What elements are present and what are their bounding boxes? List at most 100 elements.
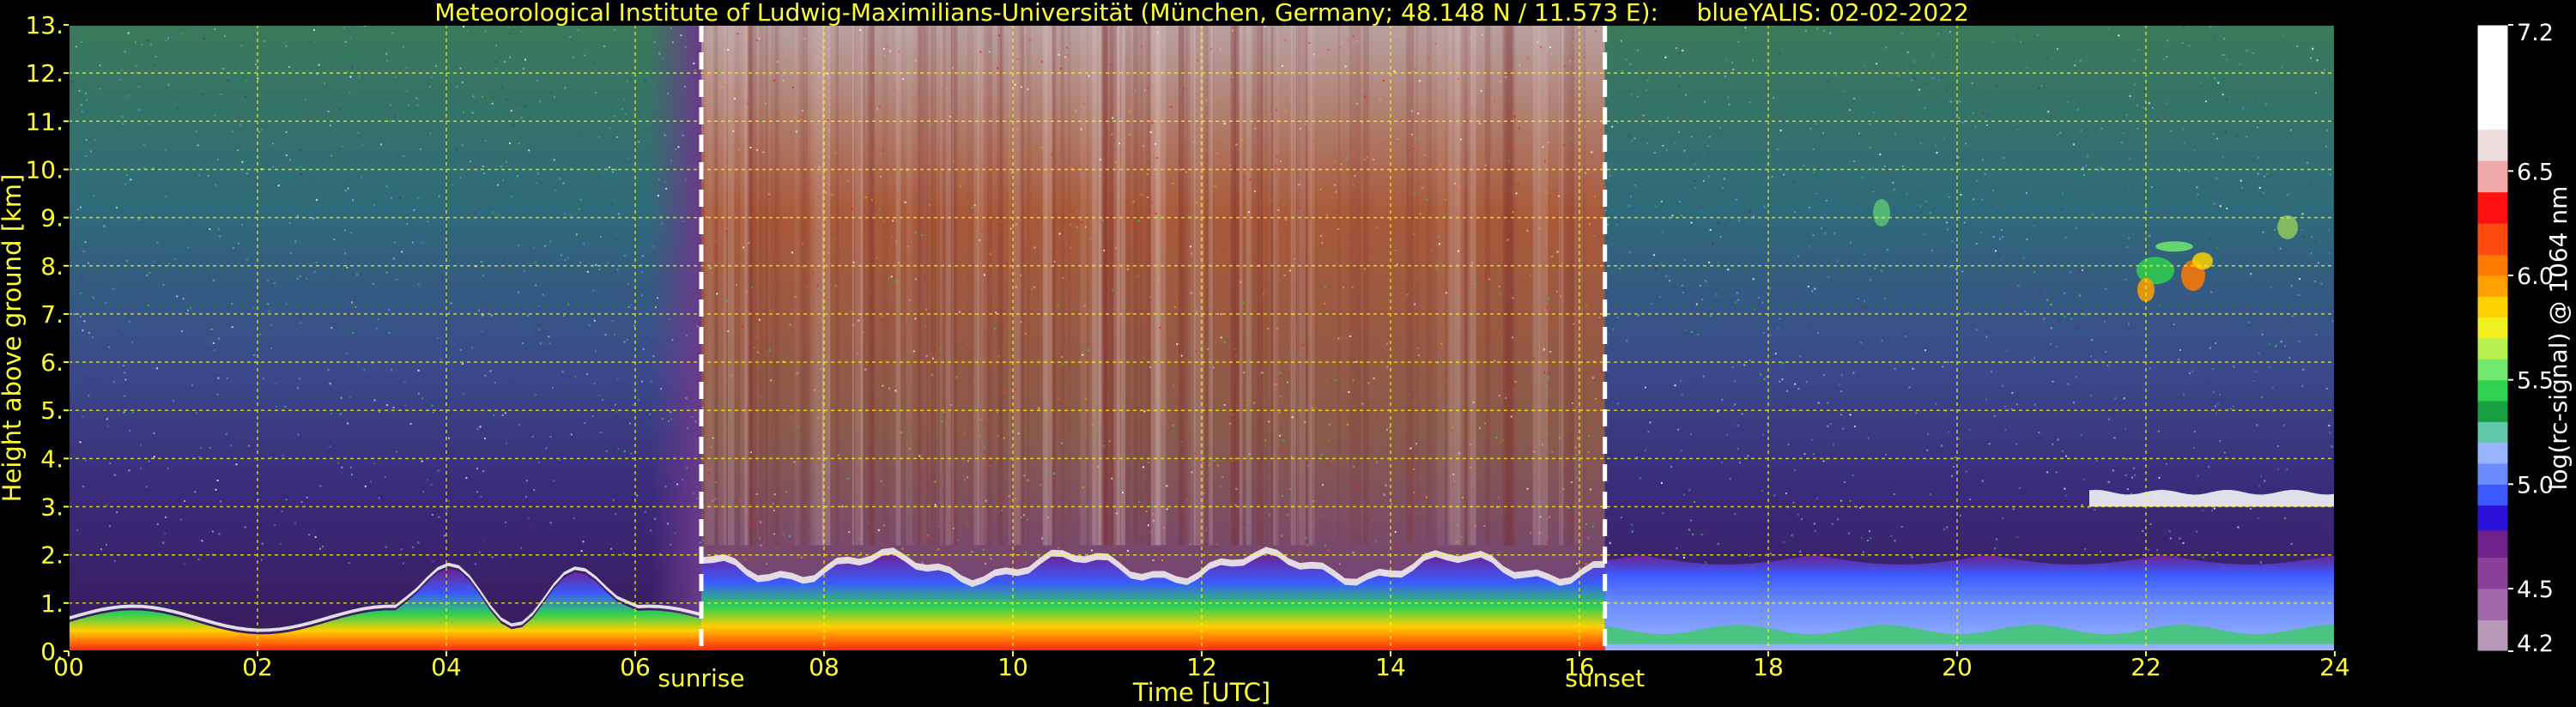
noise-pixel xyxy=(1323,514,1325,517)
noise-pixel xyxy=(1016,558,1019,560)
noise-pixel xyxy=(1070,223,1072,226)
noise-pixel xyxy=(1176,343,1179,346)
noise-pixel xyxy=(749,146,752,148)
noise-pixel xyxy=(461,363,464,366)
noise-pixel xyxy=(377,357,379,360)
noise-pixel xyxy=(1352,35,1355,38)
noise-pixel xyxy=(344,40,347,43)
noise-pixel xyxy=(837,454,839,456)
noise-pixel xyxy=(1774,353,1777,355)
noise-pixel xyxy=(1567,46,1569,49)
noise-pixel xyxy=(785,491,788,493)
noise-pixel xyxy=(2212,133,2215,136)
noise-pixel xyxy=(881,315,883,317)
noise-pixel xyxy=(1931,249,1934,251)
noise-pixel xyxy=(1283,274,1286,276)
noise-pixel xyxy=(1827,276,1829,279)
noise-pixel xyxy=(1185,171,1187,173)
noise-pixel xyxy=(300,172,302,175)
noise-pixel xyxy=(1998,238,2001,240)
noise-pixel xyxy=(1899,121,1901,124)
noise-pixel xyxy=(1382,80,1385,82)
noise-pixel xyxy=(549,240,552,243)
noise-pixel xyxy=(2331,320,2334,323)
noise-pixel xyxy=(2266,172,2269,175)
noise-pixel xyxy=(532,247,535,250)
noise-pixel xyxy=(81,41,83,44)
noise-pixel xyxy=(529,523,531,526)
noise-pixel xyxy=(1737,40,1740,43)
noise-pixel xyxy=(1660,263,1663,266)
noise-pixel xyxy=(757,351,760,354)
noise-pixel xyxy=(289,159,292,161)
noise-pixel xyxy=(276,405,278,408)
noise-pixel xyxy=(1761,490,1763,492)
noise-pixel xyxy=(1917,190,1919,193)
noise-pixel xyxy=(914,317,917,320)
noise-pixel xyxy=(215,488,217,491)
noise-pixel xyxy=(1108,440,1111,443)
noise-pixel xyxy=(972,408,974,411)
noise-pixel xyxy=(1690,136,1693,138)
noise-pixel xyxy=(1452,473,1455,475)
noise-pixel xyxy=(654,517,657,520)
y-tick-label: 11. xyxy=(25,107,64,136)
noise-pixel xyxy=(1090,549,1093,552)
noise-pixel xyxy=(79,292,82,294)
noise-pixel xyxy=(1967,312,1970,315)
noise-pixel xyxy=(1207,347,1209,350)
noise-pixel xyxy=(850,310,852,312)
noise-pixel xyxy=(1081,221,1083,224)
day-streak xyxy=(1485,25,1491,546)
noise-pixel xyxy=(148,272,151,275)
noise-pixel xyxy=(434,558,437,560)
noise-pixel xyxy=(218,533,221,535)
noise-pixel xyxy=(2034,271,2036,274)
noise-pixel xyxy=(282,454,284,456)
noise-pixel xyxy=(1380,152,1383,154)
noise-pixel xyxy=(1690,331,1693,334)
noise-pixel xyxy=(1293,257,1295,260)
noise-pixel xyxy=(1975,329,1978,331)
noise-pixel xyxy=(1394,531,1397,534)
noise-pixel xyxy=(1769,334,1772,336)
noise-pixel xyxy=(1809,206,1811,208)
noise-pixel xyxy=(431,404,433,407)
noise-pixel xyxy=(351,301,354,304)
noise-pixel xyxy=(1143,410,1146,413)
noise-pixel xyxy=(943,411,945,414)
noise-pixel xyxy=(2281,66,2283,69)
noise-pixel xyxy=(2059,131,2062,134)
noise-pixel xyxy=(1418,80,1421,82)
noise-pixel xyxy=(2084,548,2087,551)
noise-pixel xyxy=(2064,487,2066,490)
noise-pixel xyxy=(216,393,219,396)
noise-pixel xyxy=(602,399,604,402)
noise-pixel xyxy=(113,559,116,562)
noise-pixel xyxy=(1220,485,1222,487)
noise-pixel xyxy=(2170,325,2173,328)
noise-pixel xyxy=(313,270,316,273)
noise-pixel xyxy=(593,61,596,63)
noise-pixel xyxy=(604,334,607,336)
noise-pixel xyxy=(509,556,512,559)
noise-pixel xyxy=(1863,253,1865,256)
noise-pixel xyxy=(524,58,526,61)
noise-pixel xyxy=(839,170,842,172)
noise-pixel xyxy=(1191,63,1194,66)
noise-pixel xyxy=(1813,390,1815,392)
noise-pixel xyxy=(1416,347,1419,350)
noise-pixel xyxy=(931,373,934,376)
noise-pixel xyxy=(138,218,141,221)
x-tick-label: 10 xyxy=(997,653,1028,681)
noise-pixel xyxy=(1528,502,1530,505)
noise-pixel xyxy=(512,124,515,126)
noise-pixel xyxy=(1809,323,1812,325)
noise-pixel xyxy=(1855,416,1858,419)
noise-pixel xyxy=(518,291,520,293)
noise-pixel xyxy=(749,76,751,79)
noise-pixel xyxy=(1136,275,1139,278)
noise-pixel xyxy=(1249,178,1252,181)
noise-pixel xyxy=(542,450,545,452)
noise-pixel xyxy=(157,460,160,462)
